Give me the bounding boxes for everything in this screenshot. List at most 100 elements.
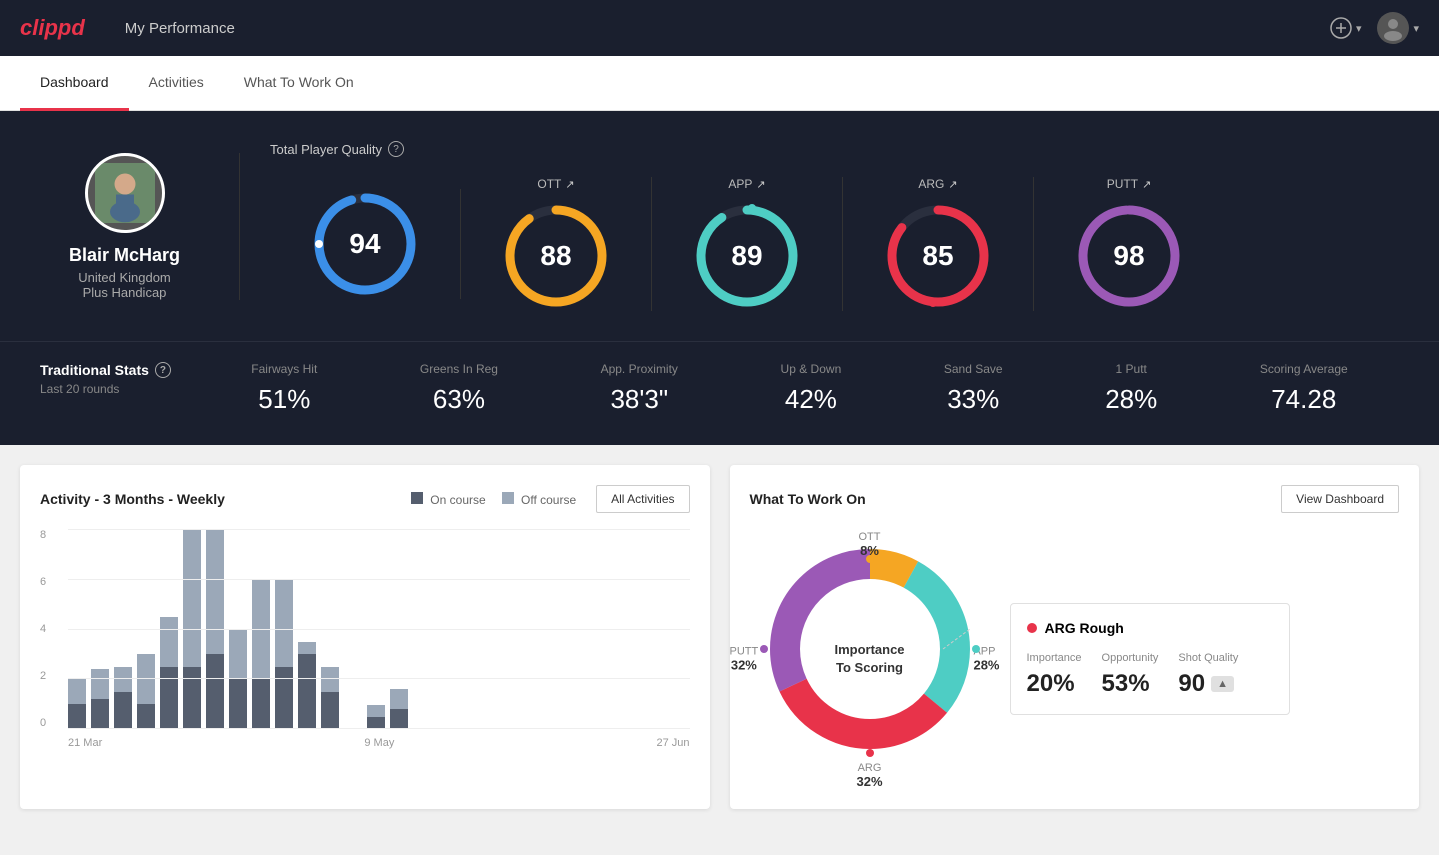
app-label: APP ↗ [728,177,765,191]
bar-group-7 [206,529,224,729]
total-quality-info-icon[interactable]: ? [388,141,404,157]
bar-group-8 [229,529,247,729]
bar-group-2 [91,529,109,729]
stat-oneputt-label: 1 Putt [1105,362,1157,376]
y-label-8: 8 [40,529,46,541]
bar-off-12 [321,667,339,692]
stats-info-icon[interactable]: ? [155,362,171,378]
putt-ring: 98 [1074,201,1184,311]
arg-dot [866,749,874,757]
detail-name: ARG Rough [1045,620,1124,636]
score-total: 94 [270,189,461,299]
arg-value: 85 [922,240,953,272]
stat-scoring-value: 74.28 [1260,384,1348,415]
y-label-0: 0 [40,717,46,729]
bar-on-11 [298,654,316,729]
score-ott: OTT ↗ 88 [461,177,652,311]
stat-sandsave: Sand Save 33% [944,362,1003,415]
bar-on-1 [68,704,86,729]
putt-segment-label: PUTT 32% [730,646,759,673]
putt-pct-label: PUTT [730,646,759,658]
stat-updown-label: Up & Down [781,362,842,376]
tab-what-to-work-on[interactable]: What To Work On [224,56,374,111]
logo[interactable]: clippd [20,15,85,41]
stat-greens: Greens In Reg 63% [420,362,498,415]
bar-group-11 [298,529,316,729]
stat-scoring-label: Scoring Average [1260,362,1348,376]
y-axis-labels: 8 6 4 2 0 [40,529,46,729]
bar-group-3 [114,529,132,729]
putt-dot [760,645,768,653]
detail-dot [1027,623,1037,633]
putt-trend-icon: ↗ [1142,178,1151,191]
hero-section: Blair McHarg United Kingdom Plus Handica… [0,111,1439,341]
tab-activities[interactable]: Activities [129,56,224,111]
view-dashboard-button[interactable]: View Dashboard [1281,485,1399,513]
avatar [1377,12,1409,44]
x-label-jun: 27 Jun [656,737,689,749]
score-arg: ARG ↗ 85 [843,177,1034,311]
ott-segment-label: OTT 8% [859,531,881,558]
arg-label: ARG ↗ [918,177,957,191]
metric-shot-quality-label: Shot Quality [1178,652,1238,664]
work-on-card-header: What To Work On View Dashboard [750,485,1400,513]
all-activities-button[interactable]: All Activities [596,485,689,513]
work-on-card: What To Work On View Dashboard [730,465,1420,809]
score-app: APP ↗ 89 [652,177,843,311]
total-value: 94 [349,228,380,260]
header: clippd My Performance ▾ ▾ [0,0,1439,56]
stats-bar: Traditional Stats ? Last 20 rounds Fairw… [0,341,1439,445]
stat-updown: Up & Down 42% [781,362,842,415]
user-avatar-button[interactable]: ▾ [1377,12,1419,44]
player-country: United Kingdom [78,270,171,285]
bar-on-10 [275,667,293,729]
metric-badge: ▲ [1211,676,1234,692]
ott-dot [866,555,874,563]
bar-on-4 [137,704,155,729]
tab-dashboard[interactable]: Dashboard [20,56,129,111]
arg-segment-label: ARG 32% [856,762,882,789]
scores-row: 94 OTT ↗ 88 [270,177,1399,311]
off-course-dot [502,492,514,504]
bar-off-7 [206,529,224,654]
detail-card: ARG Rough Importance 20% Opportunity 53%… [1010,603,1290,715]
add-chevron-icon: ▾ [1356,22,1362,35]
ott-value: 88 [540,240,571,272]
x-label-may: 9 May [364,737,394,749]
bar-off-1 [68,679,86,704]
detail-title: ARG Rough [1027,620,1273,636]
stat-fairways-value: 51% [251,384,317,415]
bar-on-6 [183,667,201,729]
bar-off-5 [160,617,178,667]
bar-group-13 [344,529,362,729]
app-trend-icon: ↗ [756,178,765,191]
bar-group-1 [68,529,86,729]
bar-group-10 [275,529,293,729]
bar-group-12 [321,529,339,729]
putt-pct-value: 32% [730,658,759,673]
bar-off-14 [367,705,385,717]
activity-card-header: Activity - 3 Months - Weekly On course O… [40,485,690,513]
stat-sandsave-value: 33% [944,384,1003,415]
on-course-legend: On course [411,492,486,507]
app-dot [972,645,980,653]
bar-off-11 [298,642,316,654]
stat-scoring: Scoring Average 74.28 [1260,362,1348,415]
activity-legend: On course Off course [411,492,576,507]
y-label-6: 6 [40,576,46,588]
bottom-section: Activity - 3 Months - Weekly On course O… [0,445,1439,829]
app-ring: 89 [692,201,802,311]
bar-off-2 [91,669,109,699]
bar-on-8 [229,679,247,729]
add-button[interactable]: ▾ [1330,17,1362,39]
arg-pct-label: ARG [856,762,882,774]
metric-importance-label: Importance [1027,652,1082,664]
bar-off-9 [252,579,270,679]
bar-off-3 [114,667,132,692]
stats-subtitle: Last 20 rounds [40,382,200,396]
arg-ring: 85 [883,201,993,311]
bar-group-4 [137,529,155,729]
metric-shot-quality-value: 90 ▲ [1178,670,1238,698]
y-label-2: 2 [40,670,46,682]
donut-svg [750,529,990,769]
